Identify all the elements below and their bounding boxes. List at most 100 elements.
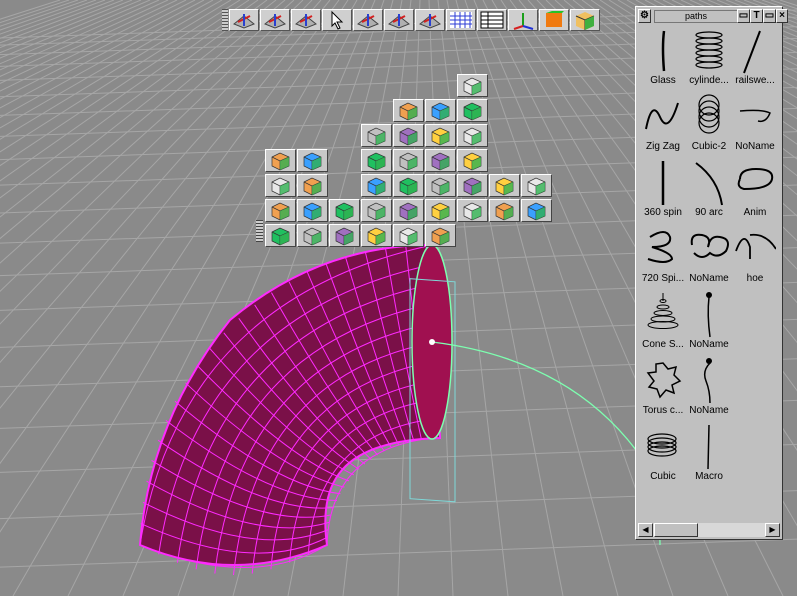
rail-sweep-path-icon [743,30,761,74]
panel-title: paths [654,10,738,23]
star-icon[interactable] [265,199,296,222]
panel-title-bar[interactable]: ⚙ paths ▭ T ▭ × [638,9,788,23]
path-item[interactable]: 720 Spi... [640,223,686,289]
path-item-label: Glass [650,75,676,86]
torus-icon[interactable] [329,199,360,222]
path-item-label: 90 arc [695,207,723,218]
box4-icon[interactable] [361,174,392,197]
box6-icon[interactable] [361,199,392,222]
top-toolbar [222,9,600,31]
vertical-line-path-icon [661,161,665,205]
disc-icon[interactable] [489,174,520,197]
paint-ball-icon[interactable] [393,149,424,172]
shaded-cube-icon[interactable] [570,9,600,31]
path-item-label: NoName [735,141,775,152]
rotate-object-icon[interactable] [384,9,414,31]
cubic-coil-path-icon [698,94,720,134]
knife-icon[interactable] [265,224,296,247]
primitive-sphere-icon[interactable] [425,99,456,122]
path-item[interactable]: railswe... [732,25,778,91]
face-icon[interactable] [457,99,488,122]
path-item[interactable]: Cubic-2 [686,91,732,157]
cone-spiral-path-icon [647,293,679,329]
disc2-icon[interactable] [425,199,456,222]
empty-cell [732,355,778,421]
path-item-label: Macro [695,471,723,482]
path-item[interactable]: Torus c... [640,355,686,421]
scroll-right-icon[interactable]: ▶ [765,523,780,537]
flat-grid2-icon[interactable] [393,224,424,247]
folder-icon[interactable]: ▭ [737,9,750,23]
lathe-icon[interactable] [393,99,424,122]
dome-icon[interactable] [297,149,328,172]
arch-icon[interactable] [297,199,328,222]
knot-icon[interactable] [297,174,328,197]
glass-path-icon [661,30,666,72]
cube-icon[interactable] [361,149,392,172]
path-item[interactable]: Glass [640,25,686,91]
disc3-icon[interactable] [425,224,456,247]
box5-icon[interactable] [393,174,424,197]
scroll-left-icon[interactable]: ◀ [638,523,653,537]
text-mode-icon[interactable]: T [750,9,763,23]
path-item-label: Cone S... [642,339,684,350]
grid-box-icon[interactable] [521,174,552,197]
macro-line-path-icon [707,424,710,470]
path-item[interactable]: Zig Zag [640,91,686,157]
flat-grid-icon[interactable] [393,199,424,222]
table-icon[interactable] [477,9,507,31]
palette-grip[interactable] [256,220,263,242]
hoe-path-icon [735,233,776,259]
sweep-icon[interactable] [265,174,296,197]
path-item[interactable]: hoe [732,223,778,289]
grid-icon[interactable] [446,9,476,31]
box3-icon[interactable] [457,149,488,172]
scroll-thumb[interactable] [654,523,698,537]
rotate-icon[interactable] [260,9,290,31]
sweep-ring-icon[interactable] [425,174,456,197]
vase-icon[interactable] [265,149,296,172]
path-item[interactable]: cylinde... [686,25,732,91]
toolbar-grip[interactable] [222,9,228,31]
box2-icon[interactable] [425,149,456,172]
scale-object-icon[interactable] [415,9,445,31]
panel-menu-icon[interactable]: ⚙ [638,9,651,23]
path-item[interactable]: NoName [686,289,732,355]
close-icon[interactable]: × [776,9,788,23]
mirror-icon[interactable] [457,74,488,97]
wood-icon[interactable] [297,224,328,247]
hook-path-icon [739,109,771,123]
path-item[interactable]: NoName [686,223,732,289]
wave-loop-path-icon [690,233,729,258]
extrude-icon[interactable] [353,9,383,31]
minimize-icon[interactable]: ▭ [763,9,776,23]
path-item[interactable]: Macro [686,421,732,487]
orange-cube-icon[interactable] [539,9,569,31]
path-item[interactable]: NoName [732,91,778,157]
tube-icon[interactable] [521,199,552,222]
cone-icon[interactable] [361,124,392,147]
path-item[interactable]: 360 spin [640,157,686,223]
horizontal-scrollbar[interactable]: ◀ ▶ [638,523,780,537]
paths-grid: Glass cylinde... railswe... Zig Zag Cubic-2 N… [640,25,778,515]
select-arrow-icon[interactable] [322,9,352,31]
path-item[interactable]: NoName [686,355,732,421]
delete-x-icon[interactable] [425,124,456,147]
flat-icon[interactable] [457,174,488,197]
scale-icon[interactable] [291,9,321,31]
curl-path-icon [703,358,712,404]
box-icon[interactable] [457,124,488,147]
box8-icon[interactable] [329,224,360,247]
mesh-icon[interactable] [393,124,424,147]
path-item[interactable]: Anim [732,157,778,223]
move-icon[interactable] [229,9,259,31]
path-item[interactable]: Cubic [640,421,686,487]
box9-icon[interactable] [361,224,392,247]
path-item[interactable]: 90 arc [686,157,732,223]
path-item-label: hoe [746,273,764,284]
path-item-label: Cubic [650,471,676,482]
flat-box-icon[interactable] [489,199,520,222]
box7-icon[interactable] [457,199,488,222]
path-item[interactable]: Cone S... [640,289,686,355]
axes-icon[interactable] [508,9,538,31]
